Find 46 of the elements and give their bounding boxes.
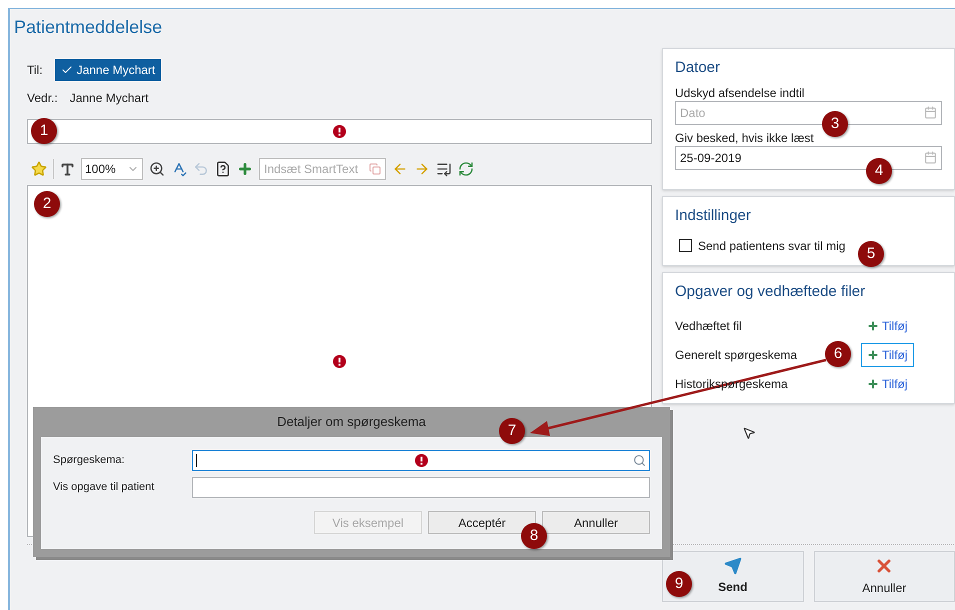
plus-icon[interactable] — [237, 161, 253, 177]
field-label: Udskyd afsendelse indtil — [675, 84, 806, 100]
favorite-star-icon[interactable] — [31, 161, 47, 177]
help-document-icon[interactable] — [215, 161, 231, 177]
calendar-icon[interactable] — [924, 106, 937, 119]
check-icon — [60, 64, 73, 76]
window-title: Patientmeddelelse — [14, 16, 164, 39]
plus-icon — [867, 349, 879, 361]
search-icon[interactable] — [633, 454, 646, 467]
mouse-pointer-icon — [742, 426, 756, 440]
search-field[interactable] — [192, 450, 650, 471]
refresh-icon[interactable] — [458, 161, 474, 177]
plus-icon — [867, 320, 879, 332]
regarding-value: Janne Mychart — [70, 90, 148, 107]
arrow-right-icon[interactable] — [414, 161, 430, 177]
dialog-title: Detaljer om spørgeskema — [277, 413, 426, 432]
add-link[interactable]: Tilføj — [861, 343, 914, 367]
to-label: Til: — [27, 62, 43, 79]
arrow-left-icon[interactable] — [392, 161, 408, 177]
dialog-button[interactable]: Annuller — [542, 511, 650, 534]
field-label: Spørgeskema: — [53, 453, 126, 468]
paper-plane-icon — [724, 557, 742, 575]
cancel-button[interactable]: Annuller — [814, 551, 955, 602]
add-link[interactable]: Tilføj — [861, 372, 914, 396]
window-icon — [369, 163, 381, 175]
attachment-type-label: Vedhæftet fil — [675, 318, 742, 335]
section-heading: Opgaver og vedhæftede filer — [675, 282, 866, 302]
checkbox[interactable] — [679, 239, 692, 252]
field-label: Vis opgave til patient — [53, 480, 156, 496]
checkbox-label: Send patientens svar til mig — [698, 238, 846, 254]
error-icon — [414, 454, 428, 467]
regarding-label: Vedr.: — [27, 90, 58, 107]
zoom-in-icon[interactable] — [149, 161, 165, 177]
input-field[interactable] — [192, 477, 650, 498]
list-icon[interactable] — [436, 161, 452, 177]
section-heading: Datoer — [675, 58, 722, 78]
field-label: Giv besked, hvis ikke læst — [675, 130, 815, 146]
add-link[interactable]: Tilføj — [861, 314, 914, 338]
plus-icon — [867, 378, 879, 390]
font-icon[interactable] — [60, 162, 75, 176]
subject-field[interactable] — [27, 119, 652, 144]
section-heading: Indstillinger — [675, 206, 752, 226]
calendar-icon[interactable] — [924, 151, 937, 164]
zoom-dropdown[interactable]: 100% — [81, 158, 143, 180]
attachment-type-label: Generelt spørgeskema — [675, 347, 798, 364]
recipient-chip[interactable]: Janne Mychart — [54, 59, 162, 81]
